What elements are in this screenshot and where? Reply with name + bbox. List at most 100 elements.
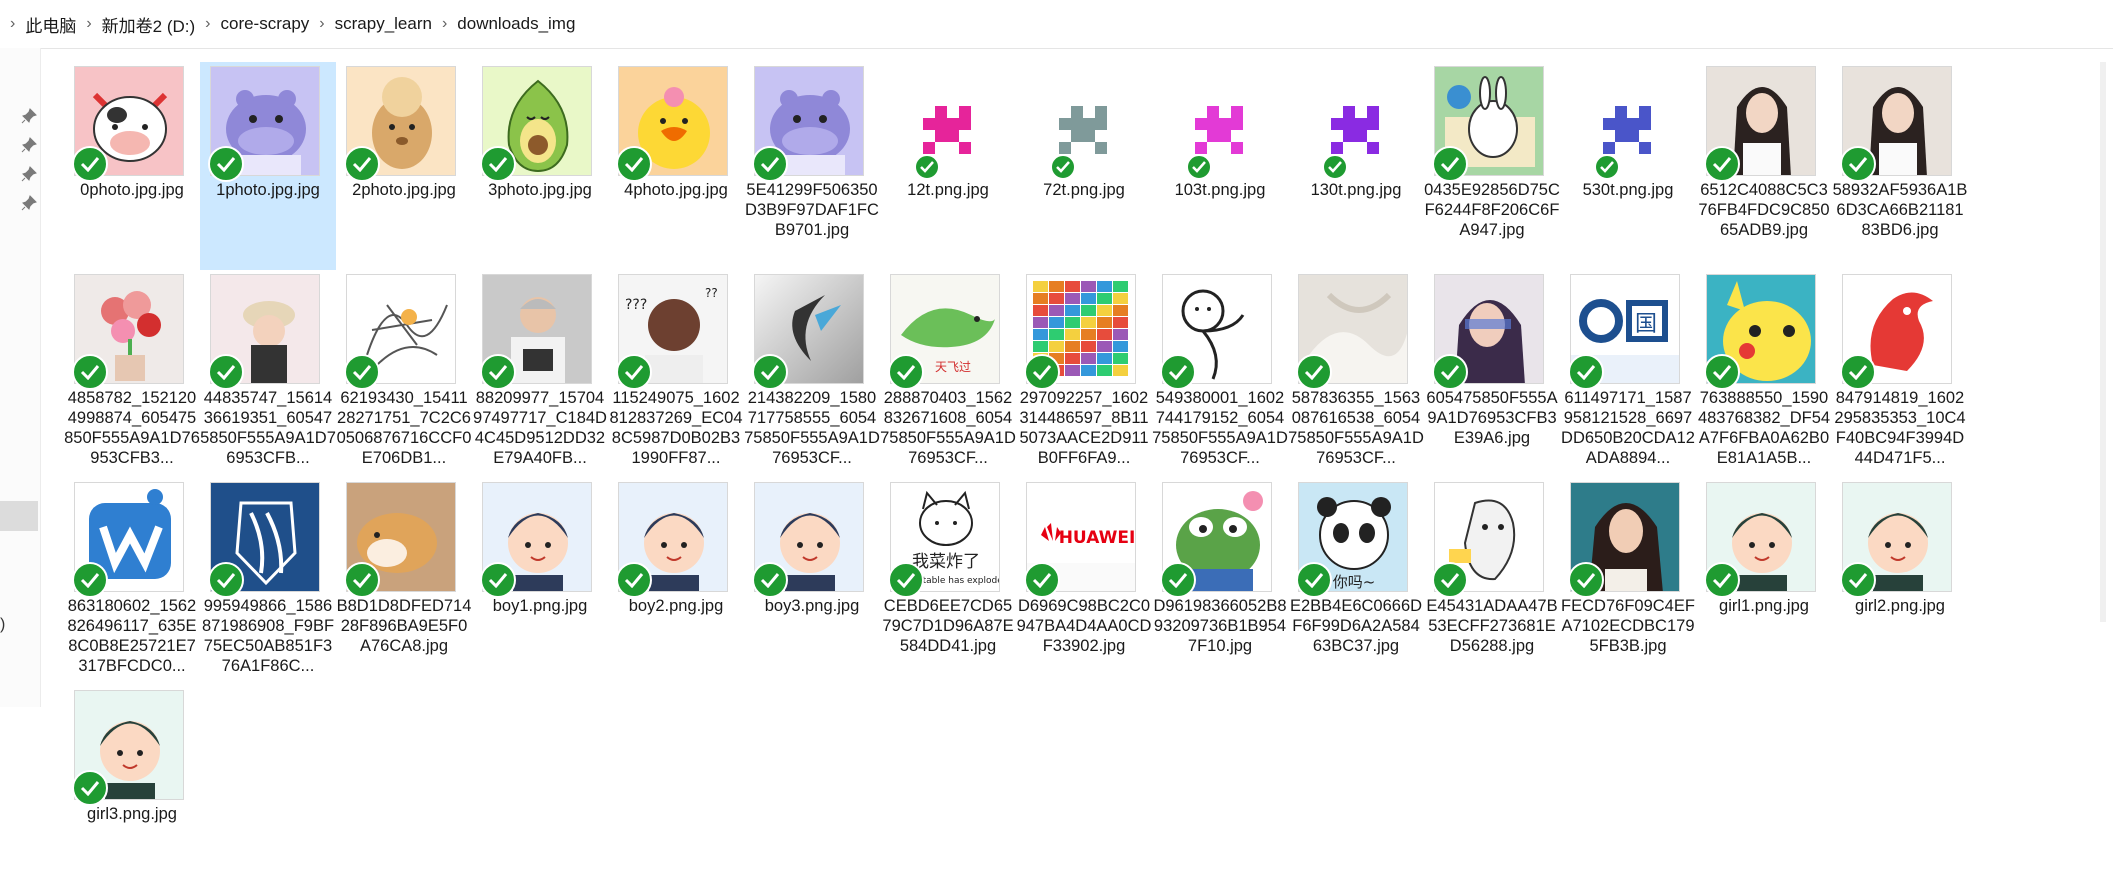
file-item[interactable]: 4858782_1521204998874_605475850F555A9A1D… bbox=[64, 270, 200, 478]
pin-icon[interactable] bbox=[21, 195, 37, 211]
file-item[interactable]: 12t.png.jpg bbox=[880, 62, 1016, 270]
thumbnail-wrapper: ????? bbox=[616, 274, 728, 390]
chevron-right-icon[interactable]: › bbox=[8, 15, 17, 33]
svg-text:??: ?? bbox=[705, 286, 718, 300]
file-item[interactable]: 4photo.jpg.jpg bbox=[608, 62, 744, 270]
sync-check-icon bbox=[1160, 354, 1196, 390]
file-item[interactable]: girl3.png.jpg bbox=[64, 686, 200, 894]
file-item[interactable]: 72t.png.jpg bbox=[1016, 62, 1152, 270]
file-item[interactable]: E45431ADAA47B53ECFF273681ED56288.jpg bbox=[1424, 478, 1560, 686]
file-item[interactable]: 297092257_1602314486597_8B115073AACE2D91… bbox=[1016, 270, 1152, 478]
file-item[interactable]: 605475850F555A9A1D76953CFB3E39A6.jpg bbox=[1424, 270, 1560, 478]
file-item[interactable]: 0photo.jpg.jpg bbox=[64, 62, 200, 270]
file-name: 62193430_1541128271751_7C2C60506876716CC… bbox=[336, 389, 472, 467]
sync-check-icon bbox=[1704, 562, 1740, 598]
sync-check-icon bbox=[616, 354, 652, 390]
file-name: 847914819_1602295835353_10C4F40BC94F3994… bbox=[1834, 389, 1966, 467]
file-item[interactable]: 530t.png.jpg bbox=[1560, 62, 1696, 270]
sync-check-icon bbox=[1296, 354, 1332, 390]
file-item[interactable]: boy3.png.jpg bbox=[744, 478, 880, 686]
thumbnail-wrapper bbox=[344, 482, 456, 598]
file-name: E45431ADAA47B53ECFF273681ED56288.jpg bbox=[1426, 597, 1558, 655]
logo-text: HUAWEI bbox=[1059, 528, 1136, 548]
sync-check-icon bbox=[344, 562, 380, 598]
file-item[interactable]: 1photo.jpg.jpg bbox=[200, 62, 336, 270]
file-item[interactable]: 2photo.jpg.jpg bbox=[336, 62, 472, 270]
thumbnail-wrapper bbox=[1160, 274, 1272, 390]
file-item[interactable]: 5E41299F506350D3B9F97DAF1FCB9701.jpg bbox=[744, 62, 880, 270]
breadcrumb-item[interactable]: downloads_img bbox=[449, 14, 583, 34]
svg-text:天飞过: 天飞过 bbox=[935, 360, 971, 374]
sync-check-icon bbox=[480, 562, 516, 598]
file-grid: 0photo.jpg.jpg 1photo.jpg.jpg 2photo.jpg.j… bbox=[64, 62, 2044, 894]
thumbnail-wrapper bbox=[1704, 66, 1816, 182]
sync-check-icon bbox=[1024, 562, 1060, 598]
file-item[interactable]: boy2.png.jpg bbox=[608, 478, 744, 686]
chevron-right-icon[interactable]: › bbox=[317, 15, 326, 33]
thumbnail-wrapper bbox=[208, 482, 320, 598]
file-item[interactable]: HUAWEI D6969C98BC2C0947BA4D4AA0CDF33902.j… bbox=[1016, 478, 1152, 686]
file-item[interactable]: 130t.png.jpg bbox=[1288, 62, 1424, 270]
chevron-right-icon[interactable]: › bbox=[440, 15, 449, 33]
sync-check-icon bbox=[1704, 146, 1740, 182]
breadcrumb-item[interactable]: 新加卷2 (D:) bbox=[94, 12, 204, 37]
file-item[interactable]: 103t.png.jpg bbox=[1152, 62, 1288, 270]
file-item[interactable]: 847914819_1602295835353_10C4F40BC94F3994… bbox=[1832, 270, 1968, 478]
file-name: FECD76F09C4EFA7102ECDBC1795FB3B.jpg bbox=[1561, 597, 1695, 655]
pin-icon[interactable] bbox=[21, 137, 37, 153]
sync-check-icon bbox=[888, 354, 924, 390]
file-item[interactable]: 我菜炸了my vegetable has explodedCEBD6EE7CD6… bbox=[880, 478, 1016, 686]
file-item[interactable]: 0435E92856D75CF6244F8F206C6FA947.jpg bbox=[1424, 62, 1560, 270]
sync-check-icon bbox=[1432, 354, 1468, 390]
file-item[interactable]: 549380001_1602744179152_605475850F555A9A… bbox=[1152, 270, 1288, 478]
file-item[interactable]: 763888550_1590483768382_DF54A7F6FBA0A62B… bbox=[1696, 270, 1832, 478]
file-item[interactable]: 214382209_1580717758555_605475850F555A9A… bbox=[744, 270, 880, 478]
sync-check-icon bbox=[344, 146, 380, 182]
chevron-right-icon[interactable]: › bbox=[84, 15, 93, 33]
file-item[interactable]: B8D1D8DFED71428F896BA9E5F0A76CA8.jpg bbox=[336, 478, 472, 686]
sync-check-icon bbox=[480, 146, 516, 182]
thumbnail-wrapper bbox=[1024, 274, 1136, 390]
pin-icon[interactable] bbox=[21, 166, 37, 182]
thumbnail-wrapper bbox=[1432, 482, 1544, 598]
navigation-pane[interactable]: ) bbox=[0, 48, 41, 707]
file-item[interactable]: D96198366052B893209736B1B9547F10.jpg bbox=[1152, 478, 1288, 686]
breadcrumb-item[interactable]: 此电脑 bbox=[17, 12, 84, 37]
file-name: 605475850F555A9A1D76953CFB3E39A6.jpg bbox=[1426, 389, 1558, 447]
file-item[interactable]: 62193430_1541128271751_7C2C60506876716CC… bbox=[336, 270, 472, 478]
file-name: 4photo.jpg.jpg bbox=[624, 181, 728, 199]
file-item[interactable]: FECD76F09C4EFA7102ECDBC1795FB3B.jpg bbox=[1560, 478, 1696, 686]
thumbnail-wrapper bbox=[616, 66, 728, 182]
pin-icon[interactable] bbox=[21, 108, 37, 124]
file-item[interactable]: 国 611497171_1587958121528_6697DD650B20CDA… bbox=[1560, 270, 1696, 478]
sync-check-icon bbox=[1594, 154, 1620, 180]
sync-check-icon bbox=[208, 562, 244, 598]
breadcrumb-item[interactable]: scrapy_learn bbox=[327, 14, 440, 34]
thumbnail-wrapper bbox=[480, 66, 592, 182]
thumbnail-wrapper bbox=[1570, 66, 1680, 180]
file-item[interactable]: ????? 115249075_1602812837269_EC048C5987D… bbox=[608, 270, 744, 478]
file-item[interactable]: 88209977_1570497497717_C184D4C45D9512DD3… bbox=[472, 270, 608, 478]
sync-check-icon bbox=[1840, 562, 1876, 598]
chevron-right-icon[interactable]: › bbox=[203, 15, 212, 33]
file-item[interactable]: 6512C4088C5C376FB4FDC9C85065ADB9.jpg bbox=[1696, 62, 1832, 270]
file-item[interactable]: girl1.png.jpg bbox=[1696, 478, 1832, 686]
file-item[interactable]: 44835747_1561436619351_605475850F555A9A1… bbox=[200, 270, 336, 478]
file-name: girl3.png.jpg bbox=[87, 805, 177, 823]
file-item[interactable]: 58932AF5936A1B6D3CA66B2118183BD6.jpg bbox=[1832, 62, 1968, 270]
address-bar[interactable]: › 此电脑 › 新加卷2 (D:) › core-scrapy › scrapy… bbox=[0, 0, 2113, 49]
sync-check-icon bbox=[72, 146, 108, 182]
file-item[interactable]: 863180602_1562826496117_635E8C0B8E25721E… bbox=[64, 478, 200, 686]
nav-item-label: ) bbox=[0, 616, 6, 633]
file-item[interactable]: boy1.png.jpg bbox=[472, 478, 608, 686]
nav-item-selected[interactable] bbox=[0, 501, 38, 531]
file-item[interactable]: 天飞过 288870403_1562832671608_605475850F555… bbox=[880, 270, 1016, 478]
file-name: 1photo.jpg.jpg bbox=[216, 181, 320, 199]
file-item[interactable]: 587836355_1563087616538_605475850F555A9A… bbox=[1288, 270, 1424, 478]
file-item[interactable]: 你吗~ E2BB4E6C0666DF6F99D6A2A58463BC37.jpg bbox=[1288, 478, 1424, 686]
file-item[interactable]: 995949866_1586871986908_F9BF75EC50AB851F… bbox=[200, 478, 336, 686]
breadcrumb-item[interactable]: core-scrapy bbox=[212, 14, 317, 34]
file-item[interactable]: girl2.png.jpg bbox=[1832, 478, 1968, 686]
vertical-scrollbar[interactable] bbox=[2100, 62, 2106, 622]
file-item[interactable]: 3photo.jpg.jpg bbox=[472, 62, 608, 270]
